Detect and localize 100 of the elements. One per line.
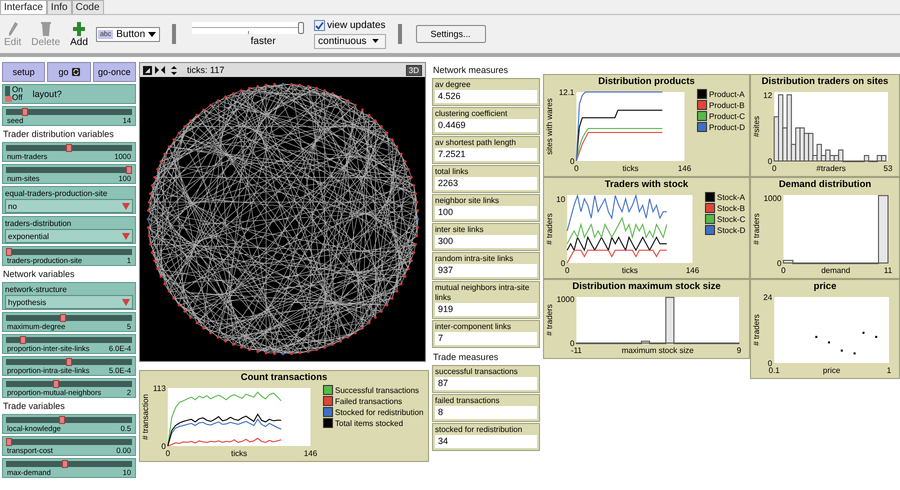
section-label: Network measures [432, 64, 510, 76]
section-label: Trader distribution variables [2, 128, 115, 140]
axis-label: # transaction [142, 394, 150, 440]
tick-label: 1 [886, 366, 892, 375]
axis-label: #sites [753, 116, 761, 137]
monitor-value: 937 [435, 264, 537, 277]
tick-label: 1000 [764, 194, 782, 204]
settings-button[interactable]: Settings... [416, 25, 486, 43]
tab[interactable]: Info [46, 0, 72, 14]
tick-label: 146 [686, 266, 700, 275]
plot-title: price [812, 281, 838, 292]
legend-label: Total items stocked [335, 418, 404, 428]
monitor-value: 919 [435, 303, 537, 316]
tick-label: 0 [166, 449, 170, 458]
monitor-label: clustering coefficient [435, 109, 508, 119]
axis-label: price [822, 366, 840, 375]
chooser-label: equal-traders-production-site [5, 188, 108, 199]
axis-label: # traders [753, 213, 761, 245]
legend-label: Failed transactions [335, 396, 402, 406]
axis-label: ticks [622, 266, 638, 275]
monitor-value: 300 [435, 235, 537, 248]
tick-label: 0.1 [768, 366, 780, 375]
tick-label: 9 [736, 346, 742, 355]
tab[interactable]: Code [72, 0, 104, 14]
plot-title: Demand distribution [778, 179, 872, 190]
tick-label: 10 [556, 194, 566, 204]
chooser-dropdown[interactable]: exponential [5, 229, 133, 243]
tick-label: 1000 [556, 295, 574, 304]
switch-off-label: Off [12, 94, 23, 102]
section-label: Network variables [2, 268, 76, 280]
monitor-label: total links [435, 167, 470, 177]
legend-label: Stock-B [717, 204, 746, 212]
monitor-label: mutual neighbors intra-site links [435, 283, 530, 303]
monitor-label: inter site links [435, 225, 484, 235]
monitor-value: 0.4469 [435, 119, 537, 132]
section-label: Trade measures [432, 351, 500, 363]
tick-label: 24 [763, 293, 772, 302]
tick-label: 0 [768, 157, 772, 166]
tab[interactable]: Interface [0, 0, 47, 14]
tick-label: 0 [570, 339, 574, 348]
switch-label: layout? [32, 89, 62, 99]
monitor-label: successful transactions [435, 367, 519, 377]
tick-label: 146 [678, 164, 692, 173]
plot-title: Traders with stock [604, 179, 690, 190]
plot-title: Distribution traders on sites [760, 76, 890, 87]
monitor-value: 100 [435, 206, 537, 219]
tick-label: 53 [884, 164, 892, 173]
section-label: Trade variables [2, 400, 66, 412]
switch-on-label: On [12, 86, 23, 94]
toolbar-button[interactable]: Add [68, 20, 90, 48]
tick-label: -11 [570, 346, 582, 355]
legend-label: Product-D [709, 122, 746, 132]
tick-label: 0 [570, 157, 574, 166]
update-mode-dropdown[interactable]: continuous [314, 34, 386, 48]
tick-label: 0 [776, 259, 782, 268]
chooser-dropdown[interactable]: no [5, 199, 133, 213]
monitor-value: 4.526 [435, 90, 537, 103]
legend-label: Product-C [709, 112, 746, 120]
monitor-label: stocked for redistribution [435, 425, 524, 435]
legend-label: Successful transactions [335, 386, 420, 394]
axis-label: ticks [622, 164, 638, 173]
monitor-label: failed transactions [435, 396, 500, 406]
monitor-label: neighbor site links [435, 196, 500, 206]
tick-label: 12 [763, 90, 772, 100]
monitor-label: inter-component links [435, 322, 512, 332]
chooser-label: network-structure [5, 284, 68, 295]
model-button[interactable]: go [47, 62, 91, 82]
plot-title: Count transactions [240, 372, 328, 383]
axis-label: # traders [546, 213, 554, 245]
plot-title: Distribution maximum stock size [571, 281, 722, 292]
axis-label: maximum stock size [622, 346, 694, 355]
model-button[interactable]: setup [2, 62, 46, 82]
monitor-value: 7 [435, 332, 537, 345]
monitor-value: 8 [435, 406, 537, 419]
tick-label: 146 [304, 449, 318, 458]
axis-label: demand [821, 266, 850, 275]
axis-label: #traders [816, 164, 846, 173]
tick-counter: ticks: 117 [187, 65, 226, 75]
tick-label: 0 [781, 266, 786, 275]
model-button[interactable]: go-once [92, 62, 136, 82]
tick-label: 0 [564, 266, 570, 275]
tick-label: 0 [772, 164, 776, 173]
legend-label: Stock-C [717, 214, 746, 224]
legend-label: Stock-A [717, 192, 746, 202]
monitor-value: 34 [435, 435, 537, 448]
monitor-label: random intra-site links [435, 254, 514, 264]
monitor-value: 7.2521 [435, 148, 537, 161]
legend-label: Stocked for redistribution [335, 408, 424, 416]
legend-label: Stock-D [717, 226, 746, 234]
tick-label: 0 [161, 442, 166, 451]
chooser-dropdown[interactable]: hypothesis [5, 295, 133, 309]
tick-label: 113 [153, 384, 166, 393]
axis-label: sites with wares [546, 98, 554, 155]
3d-view-button[interactable]: 3D [406, 64, 422, 76]
tick-label: 0 [574, 164, 579, 173]
tick-label: 0 [768, 359, 772, 368]
axis-label: ticks [231, 449, 248, 458]
monitor-label: av degree [435, 80, 472, 90]
legend-label: Product-B [709, 100, 745, 110]
legend-label: Product-A [709, 90, 745, 98]
